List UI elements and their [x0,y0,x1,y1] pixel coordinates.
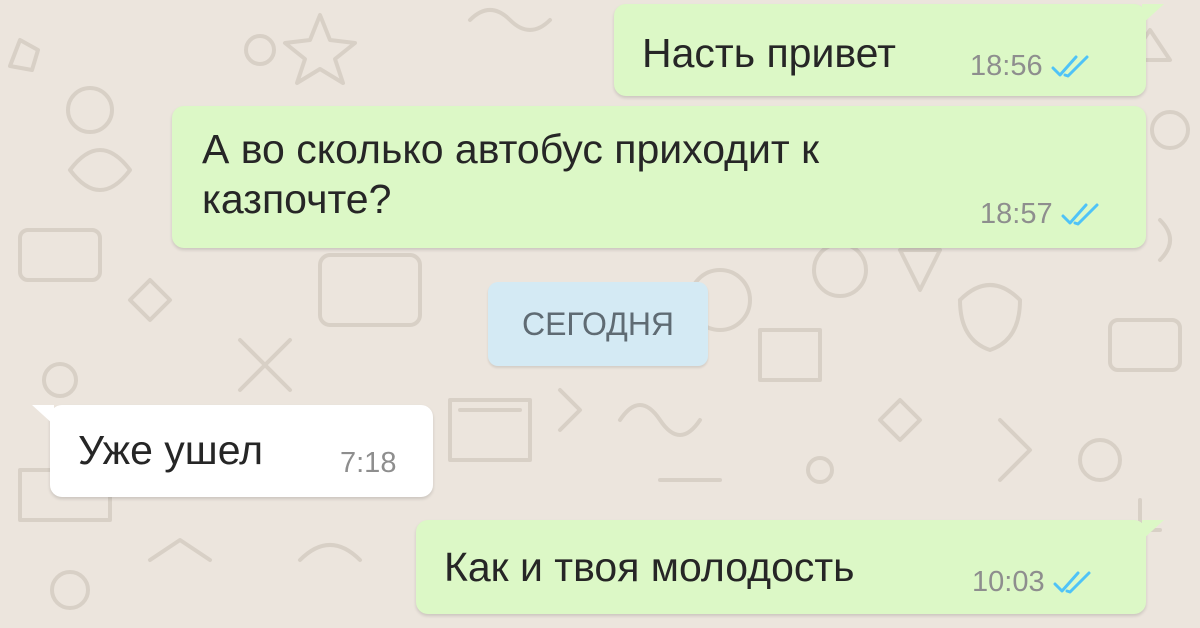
message-meta: 18:56 [970,50,1091,83]
message-time: 7:18 [340,447,397,479]
message-meta: 10:03 [972,566,1093,599]
message-bubble-outgoing-3[interactable]: Как и твоя молодость 10:03 [416,520,1164,614]
double-check-icon [1051,55,1089,77]
message-time: 18:57 [980,198,1053,230]
message-meta: 18:57 [980,198,1101,231]
message-text: Насть привет [642,30,896,76]
message-text: А во сколько автобус приходит к казпочте… [202,126,831,222]
message-bubble-incoming-1[interactable]: Уже ушел 7:18 [32,405,433,497]
message-time: 10:03 [972,566,1045,598]
double-check-icon [1061,203,1099,225]
message-bubble-outgoing-2[interactable]: А во сколько автобус приходит к казпочте… [172,106,1146,248]
message-time: 18:56 [970,50,1043,82]
double-check-icon [1053,571,1091,593]
date-separator: СЕГОДНЯ [488,282,708,366]
message-text: Как и твоя молодость [444,544,855,590]
message-text: Уже ушел [78,427,264,473]
message-bubble-outgoing-1[interactable]: Насть привет 18:56 [614,4,1164,96]
message-meta: 7:18 [340,447,396,480]
